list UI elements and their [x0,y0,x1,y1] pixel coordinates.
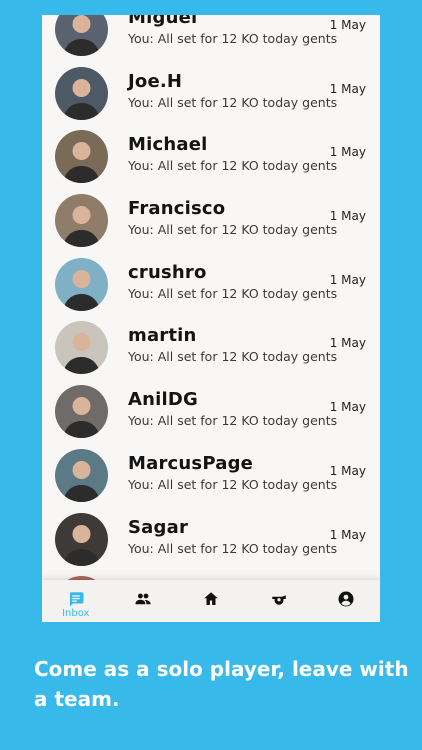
nav-people[interactable] [110,580,178,622]
message-date: 1 May [329,145,366,160]
message-preview: You: All set for 12 KO today gents [128,222,338,238]
nav-whistle[interactable] [245,580,313,622]
avatar [55,257,108,311]
contact-name: AnilDG [128,389,199,411]
people-icon [135,593,151,605]
profile-icon [338,591,354,607]
conversation-row[interactable]: crushro You: All set for 12 KO today gent… [42,253,380,317]
message-date: 1 May [329,18,366,32]
avatar [55,385,108,439]
contact-name: Francisco [128,198,226,220]
message-date: 1 May [329,336,366,351]
avatar [55,130,108,184]
app-screen: Miguel You: All set for 12 KO today gents… [42,15,380,622]
message-preview: You: All set for 12 KO today gents [128,413,338,429]
contact-name: Miguel [128,15,198,28]
contact-name: Michael [128,134,208,156]
message-preview: You: All set for 12 KO today gents [128,94,338,110]
conversation-row[interactable]: Francisco You: All set for 12 KO today ge… [42,189,380,253]
conversation-row[interactable]: Michael You: All set for 12 KO today gent… [42,125,380,189]
avatar [55,321,108,375]
conversation-row[interactable]: Miguel You: All set for 12 KO today gents… [42,15,380,62]
nav-profile[interactable] [312,580,380,622]
home-icon [204,592,218,605]
message-date: 1 May [329,81,366,96]
contact-name: crushro [128,261,207,283]
contact-name: Sagar [128,516,189,538]
bottom-nav: Inbox [42,580,380,622]
nav-label-inbox: Inbox [62,608,90,619]
message-date: 1 May [329,272,366,287]
whistle-icon [271,595,286,605]
message-date: 1 May [329,400,366,415]
contact-name: MarcusPage [128,452,254,474]
conversation-row[interactable]: Sagar You: All set for 12 KO today gents 1… [42,508,380,572]
promo-caption: Come as a solo player, leave with a team… [34,657,409,711]
avatar [55,512,108,566]
message-preview: You: All set for 12 KO today gents [128,285,338,301]
conversation-row[interactable]: AnilDG You: All set for 12 KO today gents… [42,380,380,444]
conversation-row[interactable]: MarcusPage You: All set for 12 KO today g… [42,444,380,508]
chat-icon [69,592,84,607]
message-date: 1 May [329,527,366,542]
message-date: 1 May [329,209,366,224]
avatar [55,448,108,502]
conversation-row[interactable]: Joe.H You: All set for 12 KO today gents 1… [42,62,380,126]
message-preview: You: All set for 12 KO today gents [128,476,338,492]
avatar [55,15,108,56]
message-preview: You: All set for 12 KO today gents [128,349,338,365]
message-preview: You: All set for 12 KO today gents [128,31,338,46]
message-preview: You: All set for 12 KO today gents [128,540,338,556]
avatar [55,66,108,120]
message-preview: You: All set for 12 KO today gents [128,158,338,174]
avatar [55,194,108,248]
conversation-list[interactable]: Miguel You: All set for 12 KO today gents… [42,15,380,622]
conversation-row[interactable]: martin You: All set for 12 KO today gents… [42,316,380,380]
message-date: 1 May [329,463,366,478]
contact-name: Joe.H [128,70,183,92]
contact-name: martin [128,325,197,347]
nav-inbox[interactable]: Inbox [42,580,110,622]
nav-home[interactable] [177,580,245,622]
